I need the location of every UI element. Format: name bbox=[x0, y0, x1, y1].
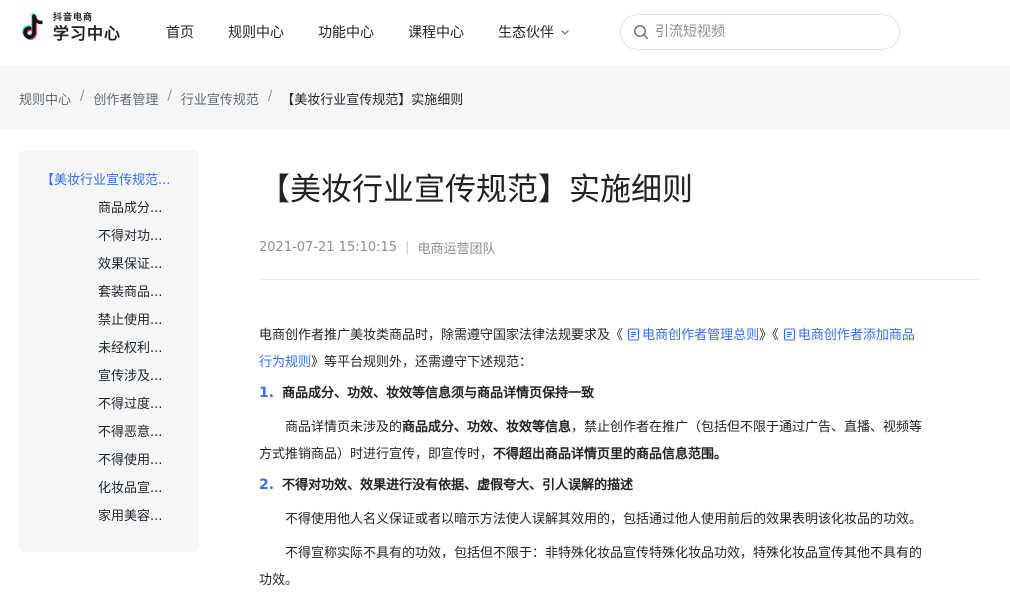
breadcrumb-bar: 规则中心 / 创作者管理 / 行业宣传规范 / 【美妆行业宣传规范】实施细则 bbox=[0, 66, 1010, 129]
text: 不得宣称实际不具有的功效，包括但不限于：非特殊化妆品宣传特殊化妆品功效，特殊化妆… bbox=[285, 546, 923, 561]
nav-rules-center[interactable]: 规则中心 bbox=[228, 22, 284, 42]
logo-small-text: 抖音电商 bbox=[53, 13, 94, 23]
toc-item[interactable]: 不得对功... bbox=[19, 228, 199, 256]
toc-item[interactable]: 商品成分... bbox=[19, 200, 199, 228]
document-icon bbox=[783, 328, 795, 341]
toc-item[interactable]: 禁止使用... bbox=[19, 312, 199, 340]
breadcrumb-rules-center[interactable]: 规则中心 bbox=[19, 89, 71, 108]
meta-separator: | bbox=[405, 240, 410, 255]
link-text-continued[interactable]: 行为规则 bbox=[259, 355, 311, 370]
toc-item-top[interactable]: 【美妆行业宣传规范... bbox=[19, 172, 199, 200]
document-icon bbox=[628, 328, 640, 341]
article-meta: 2021-07-21 15:10:15 | 电商运营团队 bbox=[259, 238, 981, 257]
text: ，禁止创作者在推广（包括但不限于通过广告、直播、视频等 bbox=[571, 420, 923, 435]
toc-item[interactable]: 效果保证... bbox=[19, 256, 199, 284]
text: 方式推销商品）时进行宣传，即宣传时， bbox=[259, 447, 494, 462]
toc-item[interactable]: 不得使用... bbox=[19, 452, 199, 480]
intro-text: 电商创作者推广美妆类商品时，除需遵守国家法律法规要求及《 bbox=[259, 328, 624, 343]
toc-item[interactable]: 未经权利... bbox=[19, 340, 199, 368]
intro-paragraph: 电商创作者推广美妆类商品时，除需遵守国家法律法规要求及《 电商创作者管理总则》《… bbox=[259, 322, 981, 376]
section-1-paragraph: 商品详情页未涉及的商品成分、功效、妆效等信息，禁止创作者在推广（包括但不限于通过… bbox=[259, 414, 981, 468]
breadcrumb-separator: / bbox=[80, 89, 85, 104]
toc-item[interactable]: 套装商品... bbox=[19, 284, 199, 312]
table-of-contents: 【美妆行业宣传规范... 商品成分... 不得对功... 效果保证... 套装商… bbox=[19, 150, 199, 552]
toc-item[interactable]: 不得恶意... bbox=[19, 424, 199, 452]
toc-item[interactable]: 宣传涉及... bbox=[19, 368, 199, 396]
section-2-paragraph-1: 不得使用他人名义保证或者以暗示方法使人误解其效用的，包括通过他人使用前后的效果表… bbox=[259, 506, 981, 533]
publish-date: 2021-07-21 15:10:15 bbox=[259, 240, 398, 255]
main-nav: 首页 规则中心 功能中心 课程中心 生态伙伴 bbox=[166, 22, 604, 42]
author: 电商运营团队 bbox=[417, 242, 496, 257]
search-icon bbox=[634, 25, 649, 40]
section-2-paragraph-2: 不得宣称实际不具有的功效，包括但不限于：非特殊化妆品宣传特殊化妆品功效，特殊化妆… bbox=[259, 540, 981, 594]
intro-text: 》《 bbox=[759, 328, 779, 343]
text: 商品详情页未涉及的 bbox=[285, 420, 403, 435]
nav-home[interactable]: 首页 bbox=[166, 22, 194, 42]
bold-text: 商品成分、功效、妆效等信息 bbox=[402, 420, 572, 435]
nav-ecosystem-label: 生态伙伴 bbox=[498, 25, 554, 41]
breadcrumb-separator: / bbox=[267, 89, 273, 104]
link-text: 电商创作者管理总则 bbox=[642, 328, 760, 343]
toc-item[interactable]: 化妆品宣... bbox=[19, 480, 199, 508]
toc-item[interactable]: 不得过度... bbox=[19, 396, 199, 424]
link-creator-general-rules[interactable]: 电商创作者管理总则 bbox=[627, 328, 759, 343]
search-box[interactable] bbox=[620, 14, 900, 50]
text: 功效。 bbox=[259, 573, 299, 588]
link-creator-add-goods-rules[interactable]: 电商创作者添加商品 bbox=[783, 328, 915, 343]
section-number: 1. bbox=[259, 384, 275, 401]
text: 不得使用他人名义保证或者以暗示方法使人误解其效用的，包括通过他人使用前后的效果表… bbox=[285, 512, 923, 527]
section-heading-2: 2. 不得对功效、效果进行没有依据、虚假夸大、引人误解的描述 bbox=[259, 470, 981, 500]
section-number: 2. bbox=[259, 476, 275, 493]
nav-features-center[interactable]: 功能中心 bbox=[318, 22, 374, 42]
search-input[interactable] bbox=[655, 24, 875, 40]
nav-ecosystem-partners[interactable]: 生态伙伴 bbox=[498, 22, 570, 42]
intro-text: 》等平台规则外，还需遵守下述规范： bbox=[311, 355, 533, 370]
breadcrumb-industry-standards[interactable]: 行业宣传规范 bbox=[181, 89, 259, 108]
douyin-logo-icon bbox=[22, 13, 43, 40]
chevron-down-icon bbox=[561, 30, 569, 35]
logo[interactable]: 抖音电商 学习中心 bbox=[19, 12, 121, 44]
top-header: 抖音电商 学习中心 首页 规则中心 功能中心 课程中心 生态伙伴 bbox=[0, 0, 1010, 66]
toc-item[interactable]: 家用美容... bbox=[19, 508, 199, 536]
logo-title: 学习中心 bbox=[53, 24, 122, 43]
divider bbox=[259, 279, 981, 280]
breadcrumb-separator: / bbox=[167, 89, 172, 104]
article: 【美妆行业宣传规范】实施细则 2021-07-21 15:10:15 | 电商运… bbox=[259, 150, 981, 594]
breadcrumb-current: 【美妆行业宣传规范】实施细则 bbox=[281, 93, 464, 108]
section-title: 商品成分、功效、妆效等信息须与商品详情页保持一致 bbox=[282, 385, 595, 401]
link-text: 电商创作者添加商品 bbox=[797, 328, 915, 343]
breadcrumb-creator-management[interactable]: 创作者管理 bbox=[93, 89, 158, 108]
article-body: 电商创作者推广美妆类商品时，除需遵守国家法律法规要求及《 电商创作者管理总则》《… bbox=[259, 322, 981, 594]
breadcrumb: 规则中心 / 创作者管理 / 行业宣传规范 / 【美妆行业宣传规范】实施细则 bbox=[19, 89, 463, 108]
nav-course-center[interactable]: 课程中心 bbox=[408, 22, 464, 42]
page-title: 【美妆行业宣传规范】实施细则 bbox=[259, 172, 693, 208]
section-heading-1: 1. 商品成分、功效、妆效等信息须与商品详情页保持一致 bbox=[259, 378, 981, 408]
section-title: 不得对功效、效果进行没有依据、虚假夸大、引人误解的描述 bbox=[282, 477, 634, 493]
bold-text: 不得超出商品详情页里的商品信息范围。 bbox=[493, 447, 728, 462]
